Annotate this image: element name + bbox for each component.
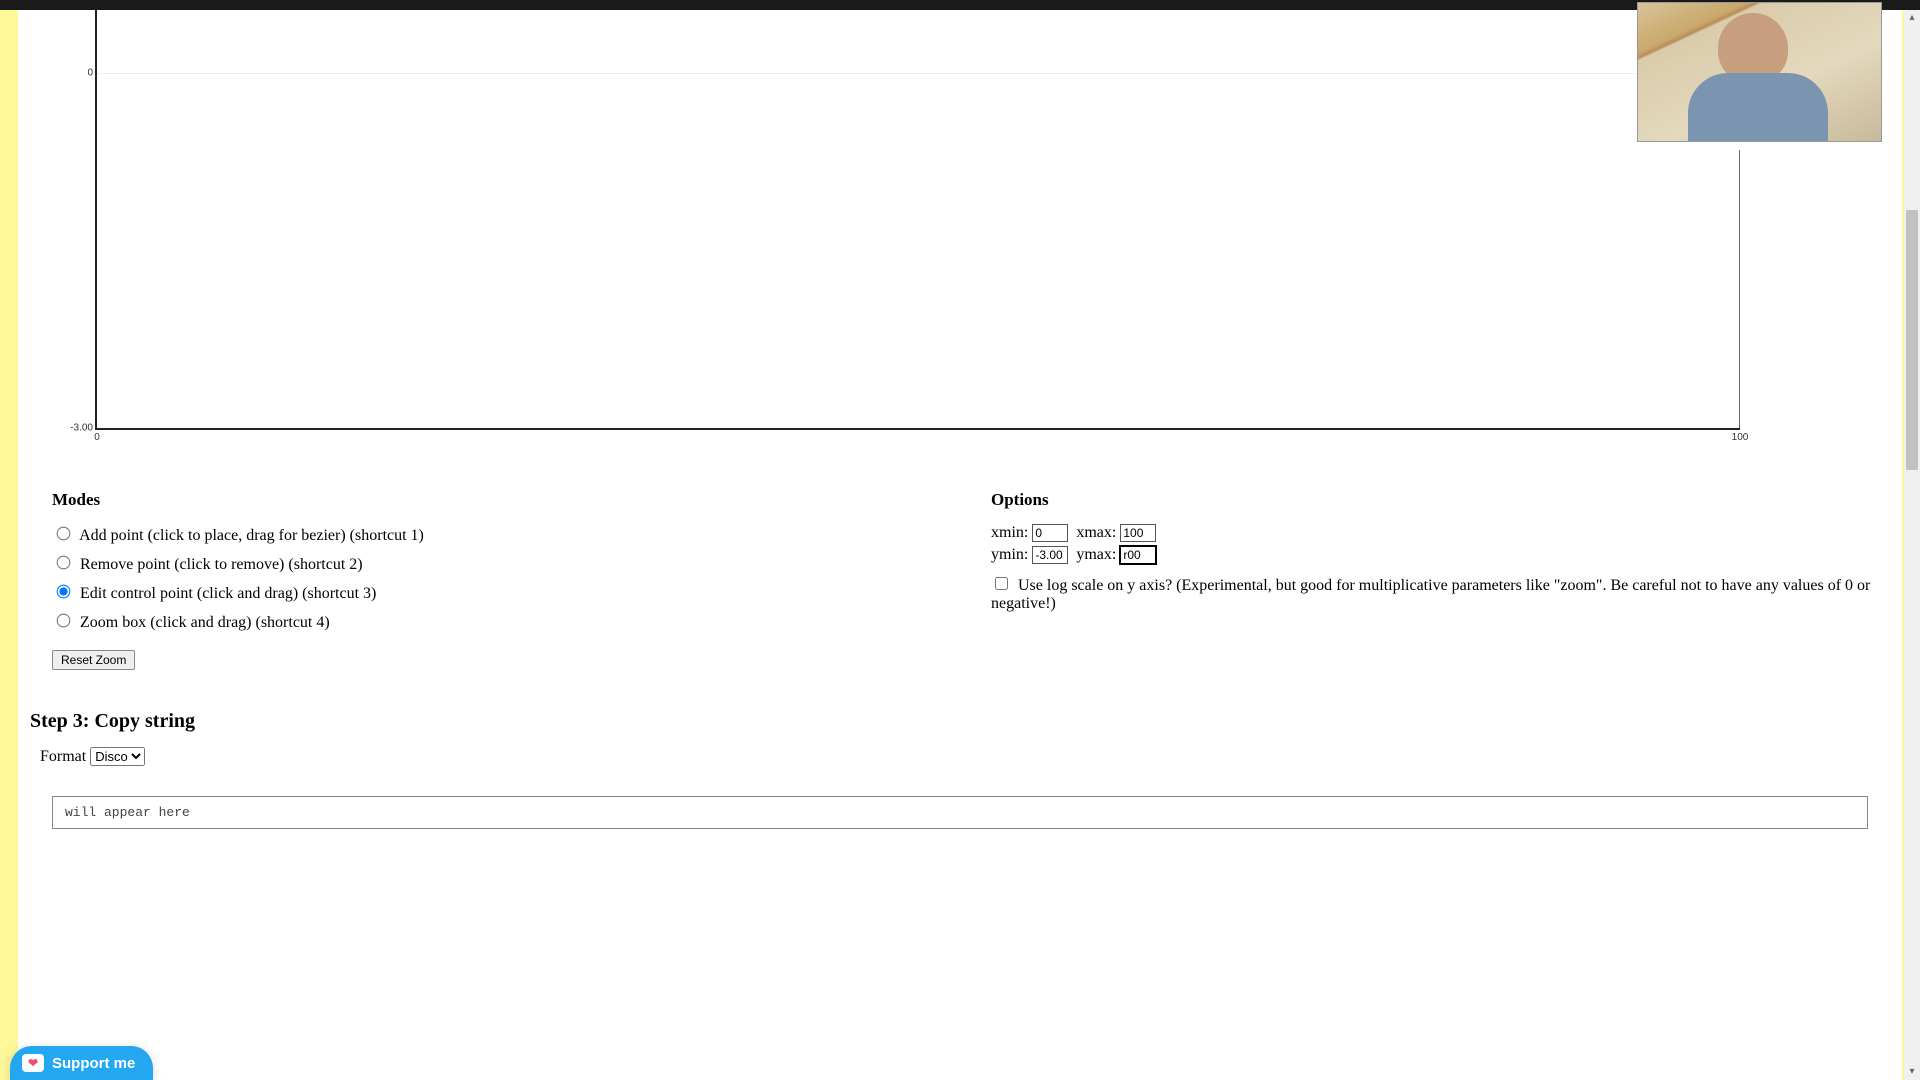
- mode-add-point-label: Add point (click to place, drag for bezi…: [79, 527, 424, 544]
- support-me-button[interactable]: ❤ Support me: [10, 1046, 153, 1080]
- mode-edit-control-radio[interactable]: [57, 585, 71, 599]
- xmin-input[interactable]: [1032, 524, 1068, 542]
- ymin-label: ymin:: [991, 546, 1028, 563]
- page-scrollbar[interactable]: ▴ ▾: [1904, 10, 1920, 1080]
- x-tick-1: 100: [1732, 432, 1749, 443]
- log-scale-checkbox[interactable]: [995, 577, 1008, 590]
- scroll-down-icon[interactable]: ▾: [1904, 1064, 1920, 1080]
- log-scale-row: Use log scale on y axis? (Experimental, …: [991, 574, 1890, 613]
- mode-zoom-box[interactable]: Zoom box (click and drag) (shortcut 4): [52, 611, 951, 632]
- heart-icon: ❤: [22, 1054, 44, 1072]
- step3-heading: Step 3: Copy string: [30, 710, 1890, 733]
- mode-remove-point[interactable]: Remove point (click to remove) (shortcut…: [52, 553, 951, 574]
- ymin-input[interactable]: [1032, 546, 1068, 564]
- scrollbar-thumb[interactable]: [1906, 210, 1918, 470]
- page-content: 0 -3.00 0 100 Modes Add point (click to …: [18, 10, 1902, 1080]
- scroll-up-icon[interactable]: ▴: [1904, 10, 1920, 26]
- modes-heading: Modes: [52, 490, 951, 510]
- xmin-label: xmin:: [991, 524, 1028, 541]
- log-scale-label: Use log scale on y axis? (Experimental, …: [991, 577, 1870, 612]
- y-range-row: ymin: ymax:: [991, 546, 1890, 564]
- mode-zoom-box-radio[interactable]: [57, 614, 71, 628]
- webcam-overlay: [1637, 2, 1882, 142]
- mode-remove-point-radio[interactable]: [57, 556, 71, 570]
- x-range-row: xmin: xmax:: [991, 524, 1890, 542]
- modes-column: Modes Add point (click to place, drag fo…: [52, 490, 951, 670]
- options-column: Options xmin: xmax: ymin: ymax: Use log …: [991, 490, 1890, 670]
- controls-columns: Modes Add point (click to place, drag fo…: [30, 490, 1890, 670]
- mode-zoom-box-label: Zoom box (click and drag) (shortcut 4): [80, 614, 330, 631]
- xmax-label: xmax:: [1076, 524, 1116, 541]
- mode-edit-control-label: Edit control point (click and drag) (sho…: [80, 585, 376, 602]
- plot-axes: [95, 10, 1740, 430]
- x-tick-0: 0: [94, 432, 100, 443]
- plot-right-border: [1739, 150, 1740, 428]
- y-tick-1: -3.00: [70, 423, 93, 434]
- format-row: Format Disco: [30, 747, 1890, 766]
- mode-add-point[interactable]: Add point (click to place, drag for bezi…: [52, 524, 951, 545]
- xmax-input[interactable]: [1120, 524, 1156, 542]
- mode-remove-point-label: Remove point (click to remove) (shortcut…: [80, 556, 363, 573]
- browser-chrome-bar: [0, 0, 1920, 10]
- plot-area[interactable]: 0 -3.00 0 100: [50, 10, 1890, 430]
- y-tick-0: 0: [87, 68, 93, 79]
- ymax-input[interactable]: [1120, 546, 1156, 564]
- reset-zoom-button[interactable]: Reset Zoom: [52, 650, 135, 670]
- mode-edit-control[interactable]: Edit control point (click and drag) (sho…: [52, 582, 951, 603]
- output-string-box[interactable]: will appear here: [52, 796, 1868, 829]
- page-background: 0 -3.00 0 100 Modes Add point (click to …: [0, 10, 1920, 1080]
- mode-add-point-radio[interactable]: [57, 527, 71, 541]
- format-select[interactable]: Disco: [90, 747, 145, 766]
- support-me-label: Support me: [52, 1055, 135, 1072]
- ymax-label: ymax:: [1076, 546, 1116, 563]
- options-heading: Options: [991, 490, 1890, 510]
- format-label: Format: [40, 748, 86, 765]
